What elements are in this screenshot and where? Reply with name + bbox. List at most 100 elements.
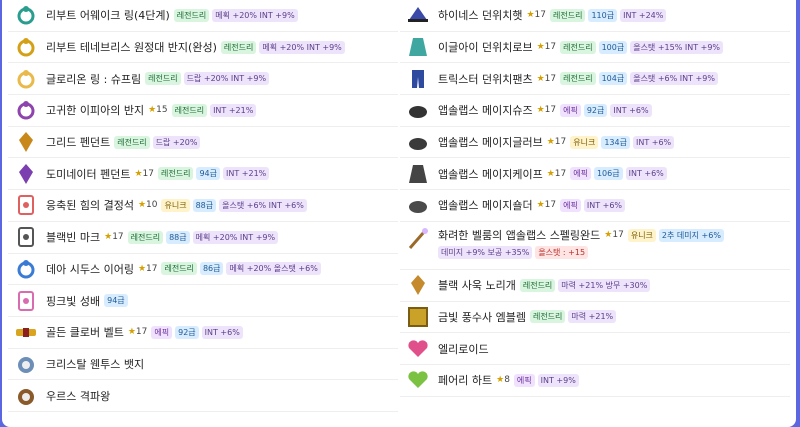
- item-details: 골든 클로버 벨트 ★17 에픽 92급 INT +6%: [46, 324, 246, 341]
- equipment-item[interactable]: 이글아이 던위치로브 ★17 레전드리 100급 올스탯 +15% INT +9%: [400, 32, 790, 64]
- equipment-item[interactable]: 리부트 어웨이크 링(4단계) 레전드리 메획 +20% INT +9%: [8, 0, 398, 32]
- item-name: 글로리온 링 : 슈프림: [46, 72, 142, 86]
- item-level-tag: 94급: [196, 167, 220, 181]
- item-line: 앱솔랩스 메이지케이프 ★17 에픽 106급 INT +6%: [438, 165, 670, 182]
- item-line: 고귀한 이피아의 반지 ★15 레전드리 INT +21%: [46, 102, 259, 119]
- potential-tag: INT +6%: [632, 135, 675, 149]
- item-details: 트릭스터 던위치팬츠 ★17 레전드리 104급 올스탯 +6% INT +9%: [438, 70, 721, 87]
- equipment-item[interactable]: 크리스탈 웬투스 뱃지: [8, 349, 398, 381]
- star-force: ★17: [537, 42, 557, 52]
- grade-tag: 레전드리: [145, 72, 181, 86]
- potential-tag: 메획 +20% INT +9%: [259, 40, 345, 54]
- star-force: ★17: [547, 137, 567, 147]
- item-name: 페어리 하트: [438, 374, 493, 388]
- item-name: 우르스 격파왕: [46, 389, 111, 403]
- item-name: 앱솔랩스 메이지케이프: [438, 167, 543, 181]
- star-force: ★17: [537, 74, 557, 84]
- potential-tag: 올스탯 +6% INT +9%: [630, 72, 718, 86]
- cape-icon: [406, 162, 430, 186]
- star-force: ★17: [104, 232, 124, 242]
- item-line: 리부트 테네브리스 원정대 반지(완성) 레전드리 메획 +20% INT +9%: [46, 39, 348, 56]
- equipment-item[interactable]: 앱솔랩스 메이지글러브 ★17 유니크 134급 INT +6%: [400, 127, 790, 159]
- item-level-tag: 88급: [166, 230, 190, 244]
- star-icon: ★: [546, 137, 555, 148]
- item-level-tag: 86급: [199, 262, 224, 276]
- item-level-tag: 100급: [598, 40, 628, 54]
- equipment-item[interactable]: 블랙빈 마크 ★17 레전드리 88급 메획 +20% INT +9%: [8, 222, 398, 254]
- item-line: 리부트 어웨이크 링(4단계) 레전드리 메획 +20% INT +9%: [46, 7, 301, 24]
- item-level-tag: 104급: [598, 72, 628, 86]
- item-name: 리부트 테네브리스 원정대 반지(완성): [46, 41, 217, 55]
- item-line: 데미지 +9% 보공 +35% 올스탯 : +15: [438, 244, 727, 261]
- equipment-item[interactable]: 핑크빛 성배 94급: [8, 285, 398, 317]
- equipment-item[interactable]: 데아 시두스 이어링 ★17 레전드리 86급 메획 +20% 올스탯 +6%: [8, 254, 398, 286]
- equipment-item[interactable]: 엘리로이드: [400, 333, 790, 365]
- star-count: 17: [544, 200, 557, 211]
- equipment-list-right: 하이네스 던위치햇 ★17 레전드리 110급 INT +24% 이글아이 던위치로브 ★1…: [400, 0, 790, 397]
- grade-tag: 레전드리: [171, 103, 208, 117]
- ring-icon: [14, 3, 38, 27]
- star-icon: ★: [526, 10, 535, 21]
- equipment-item[interactable]: 골든 클로버 벨트 ★17 에픽 92급 INT +6%: [8, 317, 398, 349]
- crystal-icon: [14, 193, 38, 217]
- item-line: 블랙 사욱 노리개 레전드리 마력 +21% 방무 +30%: [438, 277, 653, 294]
- item-name: 도미네이터 펜던트: [46, 167, 131, 181]
- item-line: 응축된 힘의 결정석 ★10 유니크 88급 올스탯 +6% INT +6%: [46, 197, 310, 214]
- item-name: 앱솔랩스 메이지슈즈: [438, 104, 533, 118]
- grade-tag: 유니크: [627, 228, 656, 242]
- belt-icon: [14, 320, 38, 344]
- equipment-item[interactable]: 블랙 사욱 노리개 레전드리 마력 +21% 방무 +30%: [400, 270, 790, 302]
- equipment-item[interactable]: 리부트 테네브리스 원정대 반지(완성) 레전드리 메획 +20% INT +9%: [8, 32, 398, 64]
- equipment-item[interactable]: 도미네이터 펜던트 ★17 레전드리 94급 INT +21%: [8, 158, 398, 191]
- item-level-tag: 110급: [588, 8, 618, 22]
- item-line: 앱솔랩스 메이지글러브 ★17 유니크 134급 INT +6%: [438, 134, 677, 151]
- equipment-item[interactable]: 화려한 벨룸의 앱솔랩스 스펠링완드 ★17 유니크 2추 데미지 +6% 데미지 +9…: [400, 222, 790, 270]
- star-icon: ★: [536, 73, 545, 84]
- item-details: 도미네이터 펜던트 ★17 레전드리 94급 INT +21%: [46, 165, 272, 182]
- fairy-heart-icon: [406, 368, 430, 392]
- star-force: ★17: [134, 169, 154, 179]
- item-name: 응축된 힘의 결정석: [46, 199, 134, 213]
- potential-tag: INT +6%: [625, 167, 667, 181]
- star-force: ★17: [128, 327, 148, 337]
- item-details: 앱솔랩스 메이지글러브 ★17 유니크 134급 INT +6%: [438, 134, 677, 151]
- item-line: 글로리온 링 : 슈프림 레전드리 드랍 +20% INT +9%: [46, 70, 272, 87]
- equipment-item[interactable]: 금빛 풍수사 엠블렘 레전드리 마력 +21%: [400, 302, 790, 334]
- grade-tag: 레전드리: [519, 278, 556, 292]
- grade-tag: 레전드리: [550, 8, 586, 22]
- equipment-item[interactable]: 그리드 펜던트 레전드리 드랍 +20%: [8, 127, 398, 159]
- item-line: 엘리로이드: [438, 340, 493, 357]
- star-force: ★15: [148, 105, 168, 115]
- equipment-item[interactable]: 앱솔랩스 메이지슈즈 ★17 에픽 92급 INT +6%: [400, 95, 790, 127]
- norigae-icon: [406, 273, 430, 297]
- item-name: 크리스탈 웬투스 뱃지: [46, 357, 145, 371]
- item-level-tag: 2추 데미지 +6%: [658, 228, 724, 242]
- star-icon: ★: [104, 232, 113, 243]
- equipment-item[interactable]: 응축된 힘의 결정석 ★10 유니크 88급 올스탯 +6% INT +6%: [8, 190, 398, 222]
- equipment-item[interactable]: 앱솔랩스 메이지케이프 ★17 에픽 106급 INT +6%: [400, 158, 790, 191]
- item-name: 이글아이 던위치로브: [438, 41, 533, 55]
- equipment-panel: 리부트 어웨이크 링(4단계) 레전드리 메획 +20% INT +9% 리부트 테네…: [2, 0, 796, 427]
- star-count: 17: [146, 263, 158, 274]
- grade-tag: 레전드리: [220, 40, 257, 54]
- equipment-item[interactable]: 앱솔랩스 메이지숄더 ★17 에픽 INT +6%: [400, 190, 790, 222]
- star-icon: ★: [137, 200, 147, 211]
- equipment-item[interactable]: 우르스 격파왕: [8, 380, 398, 412]
- wand-icon: [406, 227, 430, 251]
- equipment-item[interactable]: 글로리온 링 : 슈프림 레전드리 드랍 +20% INT +9%: [8, 63, 398, 96]
- star-force: ★17: [604, 230, 624, 240]
- item-details: 블랙 사욱 노리개 레전드리 마력 +21% 방무 +30%: [438, 277, 653, 294]
- gold-ring-icon: [14, 35, 38, 59]
- grade-tag: 레전드리: [161, 262, 197, 276]
- grail-icon: [14, 289, 38, 313]
- item-details: 핑크빛 성배 94급: [46, 292, 131, 309]
- equipment-item[interactable]: 고귀한 이피아의 반지 ★15 레전드리 INT +21%: [8, 95, 398, 127]
- pants-icon: [406, 67, 430, 91]
- potential-tag: INT +6%: [610, 103, 652, 117]
- potential-tag: 메획 +20% INT +9%: [192, 230, 279, 244]
- equipment-item[interactable]: 페어리 하트 ★8 에픽 INT +9%: [400, 365, 790, 397]
- grade-tag: 에픽: [570, 167, 591, 181]
- item-name: 앱솔랩스 메이지글러브: [438, 136, 543, 150]
- equipment-item[interactable]: 트릭스터 던위치팬츠 ★17 레전드리 104급 올스탯 +6% INT +9%: [400, 63, 790, 96]
- equipment-item[interactable]: 하이네스 던위치햇 ★17 레전드리 110급 INT +24%: [400, 0, 790, 32]
